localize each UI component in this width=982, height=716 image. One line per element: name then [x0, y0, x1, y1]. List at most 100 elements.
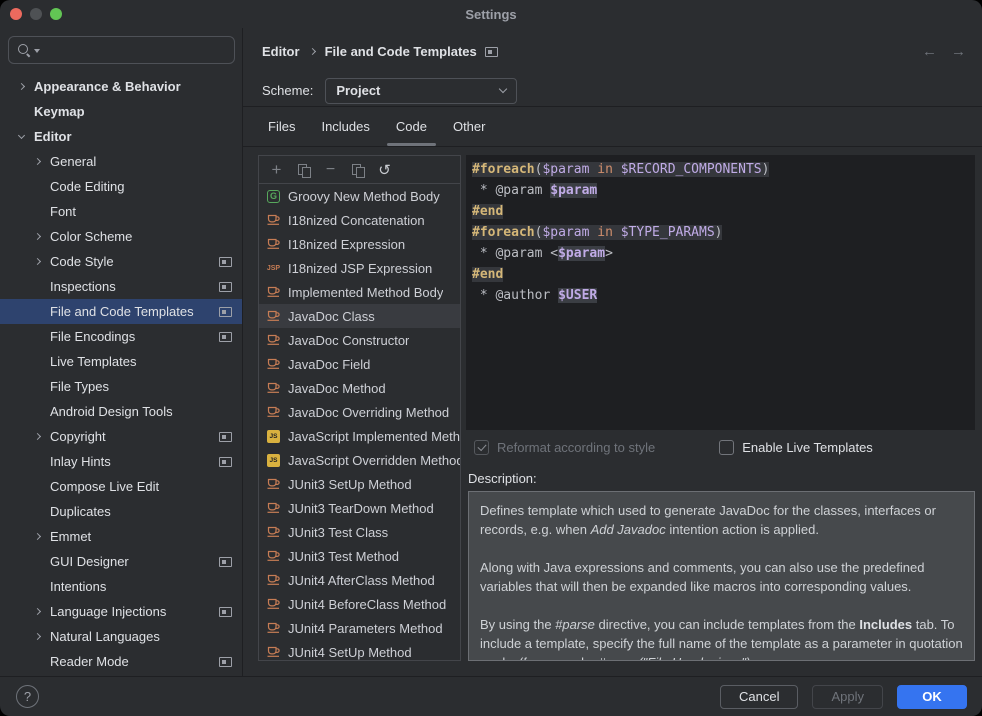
history-nav: ← →: [922, 43, 966, 60]
template-item-junit3-test-method[interactable]: JUnit3 Test Method: [259, 544, 460, 568]
template-item-label: JUnit3 SetUp Method: [288, 477, 412, 492]
search-icon: [17, 43, 31, 57]
code-token: $USER: [558, 288, 597, 303]
code-line-1: #foreach($param in $RECORD_COMPONENTS): [472, 162, 969, 183]
tab-files[interactable]: Files: [255, 107, 308, 146]
breadcrumb: Editor File and Code Templates: [262, 44, 498, 59]
copy-template-button[interactable]: [344, 159, 371, 181]
sidebar-item-copyright[interactable]: Copyright: [0, 424, 242, 449]
code-line-content: #foreach($param in $RECORD_COMPONENTS): [472, 162, 769, 177]
template-item-javadoc-overriding-method[interactable]: JavaDoc Overriding Method: [259, 400, 460, 424]
chevron-right-icon[interactable]: [30, 534, 44, 539]
chevron-right-icon[interactable]: [30, 634, 44, 639]
add-template-button[interactable]: [263, 159, 290, 181]
help-button[interactable]: ?: [16, 685, 39, 708]
scheme-select[interactable]: Project: [325, 78, 517, 104]
back-icon[interactable]: ←: [922, 43, 937, 60]
template-item-junit3-test-class[interactable]: JUnit3 Test Class: [259, 520, 460, 544]
settings-tree: Appearance & BehaviorKeymap Editor General…: [0, 74, 242, 676]
template-item-junit3-teardown-method[interactable]: JUnit3 TearDown Method: [259, 496, 460, 520]
chevron-right-icon[interactable]: [30, 159, 44, 164]
tab-code[interactable]: Code: [383, 107, 440, 146]
template-item-junit4-beforeclass-method[interactable]: JUnit4 BeforeClass Method: [259, 592, 460, 616]
sidebar-item-general[interactable]: General: [0, 149, 242, 174]
template-item-junit3-setup-method[interactable]: JUnit3 SetUp Method: [259, 472, 460, 496]
tab-includes[interactable]: Includes: [308, 107, 382, 146]
sidebar-item-language-injections[interactable]: Language Injections: [0, 599, 242, 624]
sidebar-item-live-templates[interactable]: Live Templates: [0, 349, 242, 374]
sidebar-item-font[interactable]: Font: [0, 199, 242, 224]
chevron-right-icon[interactable]: [14, 84, 28, 89]
search-options-arrow-icon[interactable]: [34, 49, 40, 53]
sidebar-item-file-and-code-templates[interactable]: File and Code Templates: [0, 299, 242, 324]
sidebar-item-compose-live-edit[interactable]: Compose Live Edit: [0, 474, 242, 499]
sidebar-item-color-scheme[interactable]: Color Scheme: [0, 224, 242, 249]
sidebar-item-gui-designer[interactable]: GUI Designer: [0, 549, 242, 574]
sidebar-item-editor[interactable]: Editor: [0, 124, 242, 149]
forward-icon[interactable]: →: [951, 43, 966, 60]
chevron-right-icon[interactable]: [30, 434, 44, 439]
create-child-template-icon: [297, 163, 311, 177]
template-item-i18nized-expression[interactable]: I18nized Expression: [259, 232, 460, 256]
sidebar-item-label: Language Injections: [50, 604, 166, 619]
sidebar-item-code-style[interactable]: Code Style: [0, 249, 242, 274]
chevron-right-icon[interactable]: [30, 234, 44, 239]
template-item-i18nized-concatenation[interactable]: I18nized Concatenation: [259, 208, 460, 232]
template-item-javadoc-constructor[interactable]: JavaDoc Constructor: [259, 328, 460, 352]
template-item-groovy-new-method-body[interactable]: GGroovy New Method Body: [259, 184, 460, 208]
template-item-javadoc-field[interactable]: JavaDoc Field: [259, 352, 460, 376]
java-class-icon: [266, 619, 281, 637]
cancel-button[interactable]: Cancel: [720, 685, 798, 709]
sidebar-item-inlay-hints[interactable]: Inlay Hints: [0, 449, 242, 474]
template-icon-box: G: [266, 189, 281, 204]
sidebar-item-label: Editor: [34, 129, 72, 144]
chevron-right-icon[interactable]: [30, 609, 44, 614]
sidebar-item-label: File Encodings: [50, 329, 135, 344]
chevron-down-icon[interactable]: [14, 135, 28, 138]
titlebar: Settings: [0, 0, 982, 28]
sidebar-item-natural-languages[interactable]: Natural Languages: [0, 624, 242, 649]
template-item-junit4-afterclass-method[interactable]: JUnit4 AfterClass Method: [259, 568, 460, 592]
template-item-implemented-method-body[interactable]: Implemented Method Body: [259, 280, 460, 304]
code-line-content: * @param $param: [472, 183, 597, 198]
sidebar-item-label: Duplicates: [50, 504, 111, 519]
breadcrumb-editor[interactable]: Editor: [262, 44, 300, 59]
sidebar-item-reader-mode[interactable]: Reader Mode: [0, 649, 242, 674]
sidebar-item-label: Compose Live Edit: [50, 479, 159, 494]
fullscreen-window-button[interactable]: [50, 8, 62, 20]
create-child-template-button[interactable]: [290, 159, 317, 181]
sidebar-item-android-design-tools[interactable]: Android Design Tools: [0, 399, 242, 424]
code-token: $TYPE_PARAMS: [621, 225, 715, 240]
ok-button[interactable]: OK: [897, 685, 967, 709]
settings-search-box[interactable]: [8, 36, 235, 64]
template-item-javascript-implemented-method-body[interactable]: JSJavaScript Implemented Method Body: [259, 424, 460, 448]
settings-search-input[interactable]: [43, 43, 226, 58]
template-item-javadoc-method[interactable]: JavaDoc Method: [259, 376, 460, 400]
sidebar-item-file-types[interactable]: File Types: [0, 374, 242, 399]
chevron-right-icon[interactable]: [30, 259, 44, 264]
sidebar-item-inspections[interactable]: Inspections: [0, 274, 242, 299]
template-item-i18nized-jsp-expression[interactable]: JSPI18nized JSP Expression: [259, 256, 460, 280]
template-item-javadoc-class[interactable]: JavaDoc Class: [259, 304, 460, 328]
template-item-junit4-parameters-method[interactable]: JUnit4 Parameters Method: [259, 616, 460, 640]
reset-to-default-button[interactable]: [371, 159, 398, 181]
description-segment: #parse: [555, 617, 595, 632]
sidebar-item-appearance-behavior[interactable]: Appearance & Behavior: [0, 74, 242, 99]
template-item-javascript-overridden-method-body[interactable]: JSJavaScript Overridden Method Body: [259, 448, 460, 472]
sidebar-item-intentions[interactable]: Intentions: [0, 574, 242, 599]
sidebar-item-duplicates[interactable]: Duplicates: [0, 499, 242, 524]
enable-live-templates-checkbox[interactable]: [719, 440, 734, 455]
close-window-button[interactable]: [10, 8, 22, 20]
sidebar-item-keymap[interactable]: Keymap: [0, 99, 242, 124]
sidebar-item-file-encodings[interactable]: File Encodings: [0, 324, 242, 349]
tab-other[interactable]: Other: [440, 107, 499, 146]
apply-button[interactable]: Apply: [812, 685, 883, 709]
sidebar-item-code-editing[interactable]: Code Editing: [0, 174, 242, 199]
remove-template-button[interactable]: [317, 159, 344, 181]
template-item-junit4-setup-method[interactable]: JUnit4 SetUp Method: [259, 640, 460, 660]
template-icon-box: [266, 525, 281, 540]
template-editor[interactable]: #foreach($param in $RECORD_COMPONENTS) *…: [466, 155, 975, 430]
sidebar-item-label: Android Design Tools: [50, 404, 173, 419]
sidebar-item-emmet[interactable]: Emmet: [0, 524, 242, 549]
description-segment: #parse("File Header.java"): [598, 655, 750, 661]
